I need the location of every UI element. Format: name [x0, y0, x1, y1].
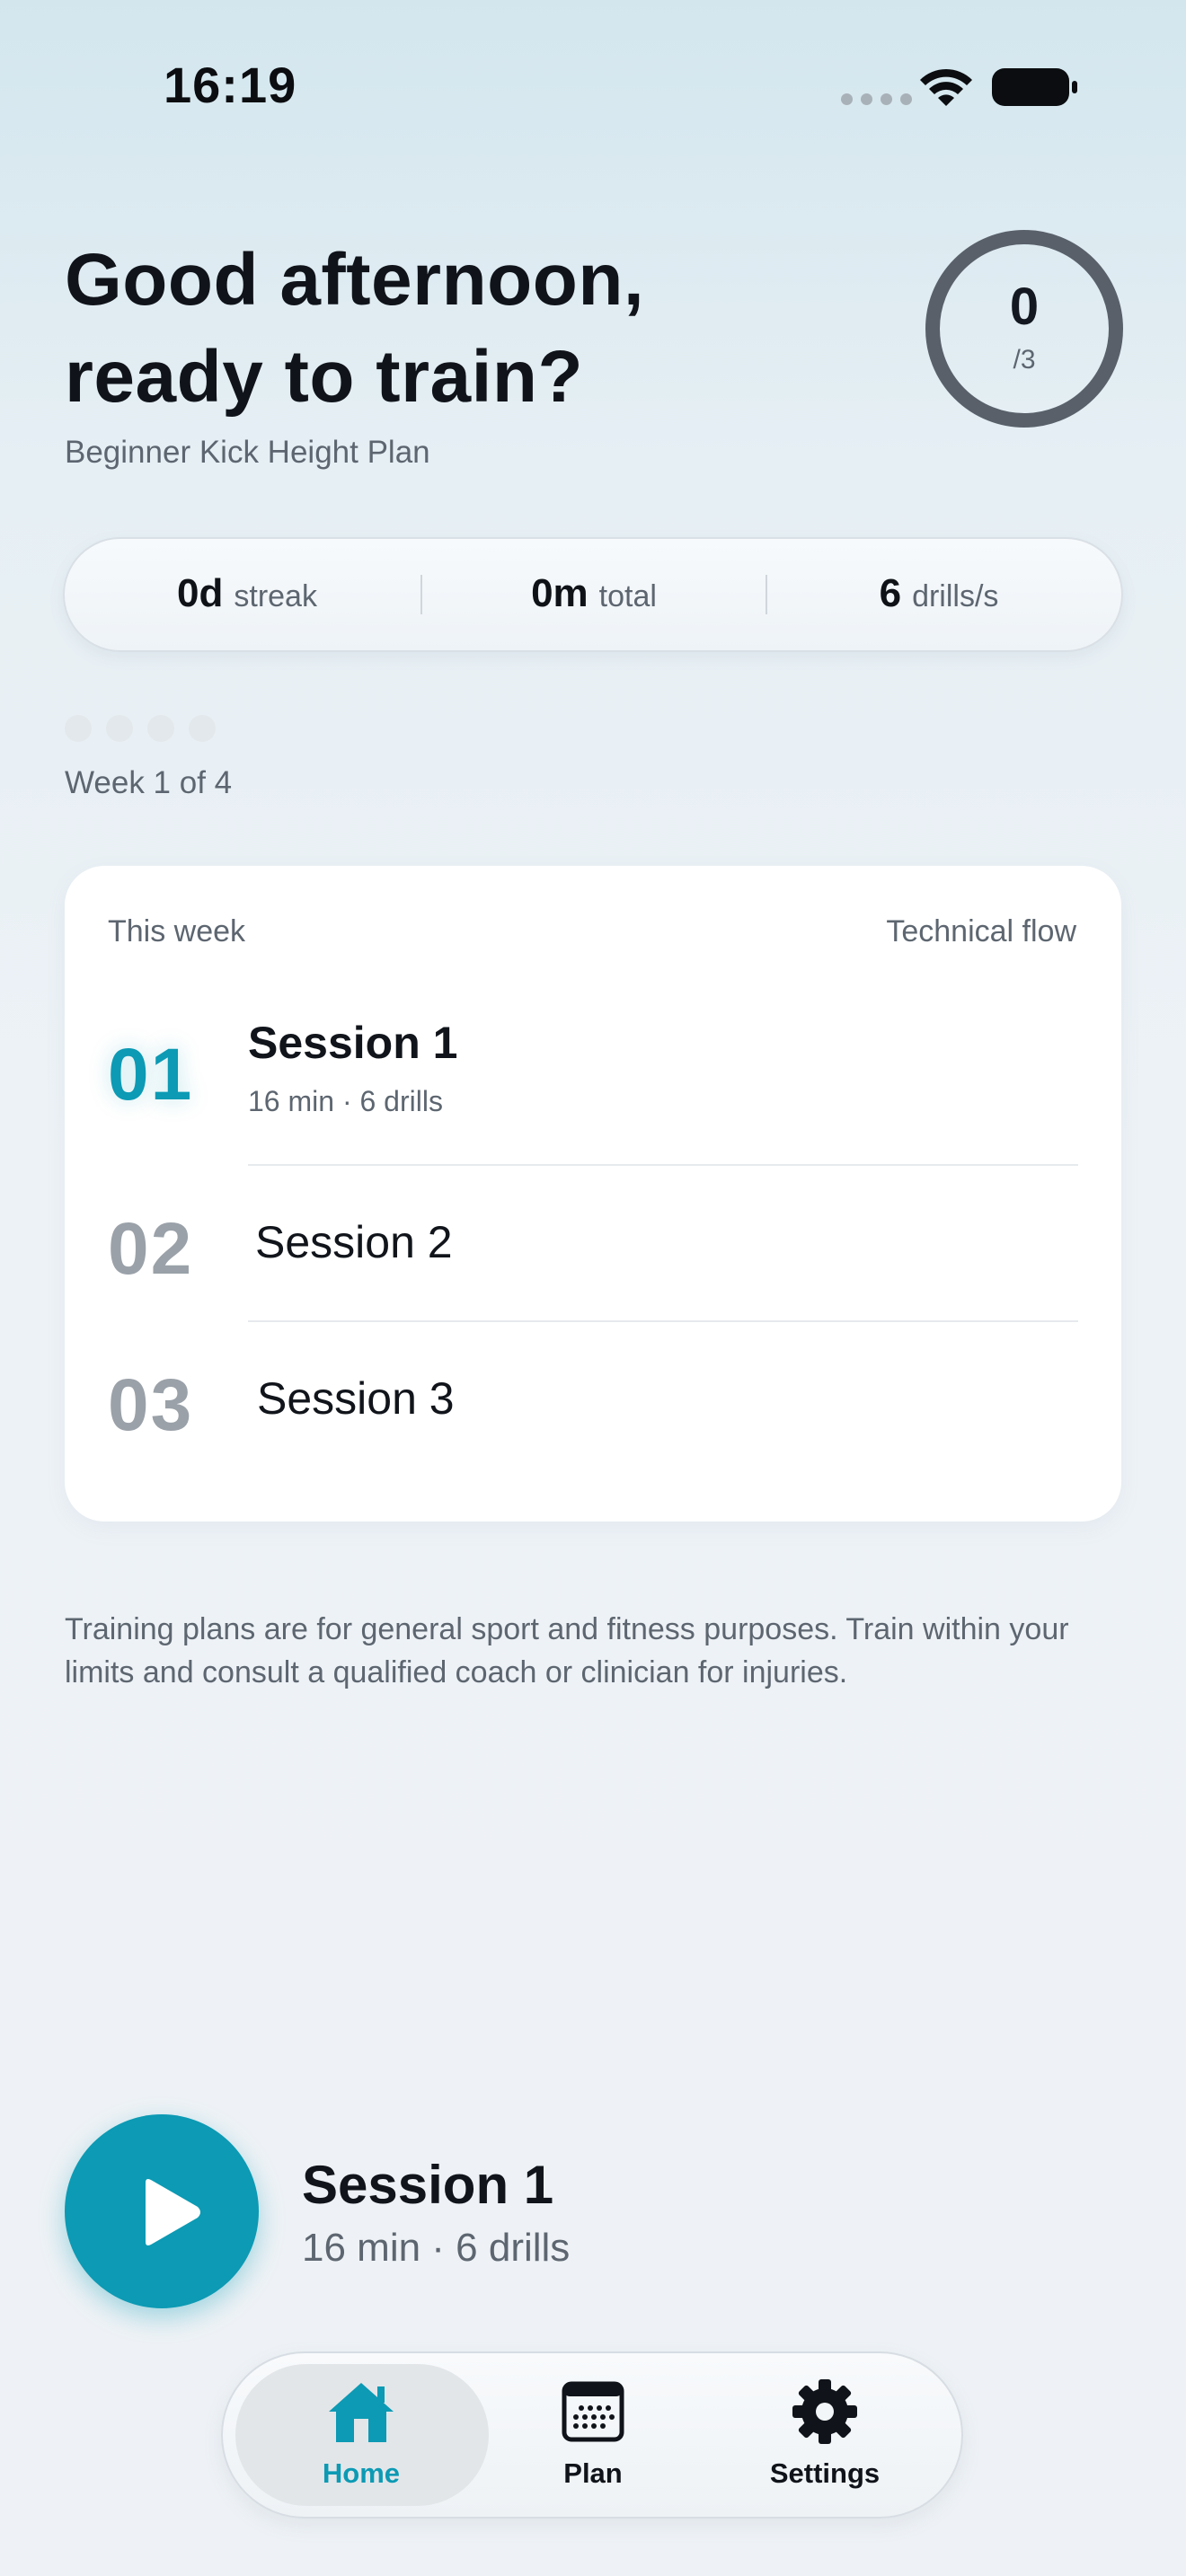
card-flow-label: Technical flow: [886, 914, 1076, 948]
session-title: Session 1: [248, 1018, 458, 1068]
tab-plan-label: Plan: [563, 2457, 623, 2489]
calendar-icon: [557, 2378, 629, 2445]
next-session-title[interactable]: Session 1: [302, 2154, 553, 2216]
tab-settings[interactable]: Settings: [726, 2378, 924, 2495]
greeting-heading: Good afternoon, ready to train?: [65, 232, 644, 426]
stat-streak: 0d streak: [99, 571, 395, 620]
divider: [248, 1320, 1078, 1322]
battery-icon: [992, 68, 1077, 106]
next-session-meta: 16 min · 6 drills: [302, 2226, 571, 2270]
stat-drills-value: 6: [879, 571, 902, 615]
play-icon: [146, 2179, 200, 2245]
disclaimer-text: Training plans are for general sport and…: [65, 1612, 1069, 1689]
divider: [248, 1164, 1078, 1166]
session-title: Session 2: [255, 1217, 453, 1267]
session-row-2[interactable]: 02 Session 2: [90, 1168, 1096, 1320]
session-meta: 16 min · 6 drills: [248, 1085, 443, 1117]
stat-divider: [766, 575, 767, 614]
cellular-signal-icon: [841, 93, 912, 105]
card-heading: This week: [108, 914, 246, 948]
session-row-1[interactable]: 01 Session 1 16 min · 6 drills: [90, 979, 1096, 1141]
progress-total: /3: [1013, 345, 1036, 375]
week-label: Week 1 of 4: [65, 765, 233, 800]
progress-completed: 0: [1009, 278, 1040, 336]
greeting-line-1: Good afternoon,: [65, 239, 645, 321]
tab-home[interactable]: Home: [262, 2378, 460, 2495]
session-number: 01: [108, 1034, 194, 1116]
stat-streak-value: 0d: [177, 571, 224, 615]
tab-plan[interactable]: Plan: [494, 2378, 692, 2495]
home-icon: [325, 2378, 397, 2445]
week-dot: [189, 715, 216, 742]
start-session-button[interactable]: [65, 2114, 259, 2308]
stat-total: 0m total: [446, 571, 742, 620]
wifi-icon: [920, 68, 972, 106]
session-row-3[interactable]: 03 Session 3: [90, 1324, 1096, 1477]
session-number: 03: [108, 1364, 194, 1446]
week-dot: [106, 715, 133, 742]
status-time: 16:19: [164, 57, 297, 113]
stat-divider: [420, 575, 422, 614]
greeting-line-2: ready to train?: [65, 336, 584, 418]
stat-drills-label: drills/s: [912, 579, 999, 613]
session-number: 02: [108, 1208, 194, 1290]
tab-home-label: Home: [322, 2457, 401, 2489]
stat-streak-label: streak: [234, 579, 317, 613]
tab-settings-label: Settings: [769, 2457, 881, 2489]
gear-icon: [789, 2378, 861, 2445]
session-title: Session 3: [257, 1373, 455, 1424]
plan-name: Beginner Kick Height Plan: [65, 435, 430, 470]
week-dot: [147, 715, 174, 742]
stat-total-label: total: [598, 579, 657, 613]
stat-drills: 6 drills/s: [791, 571, 1087, 620]
stat-total-value: 0m: [531, 571, 589, 615]
week-dot: [65, 715, 92, 742]
